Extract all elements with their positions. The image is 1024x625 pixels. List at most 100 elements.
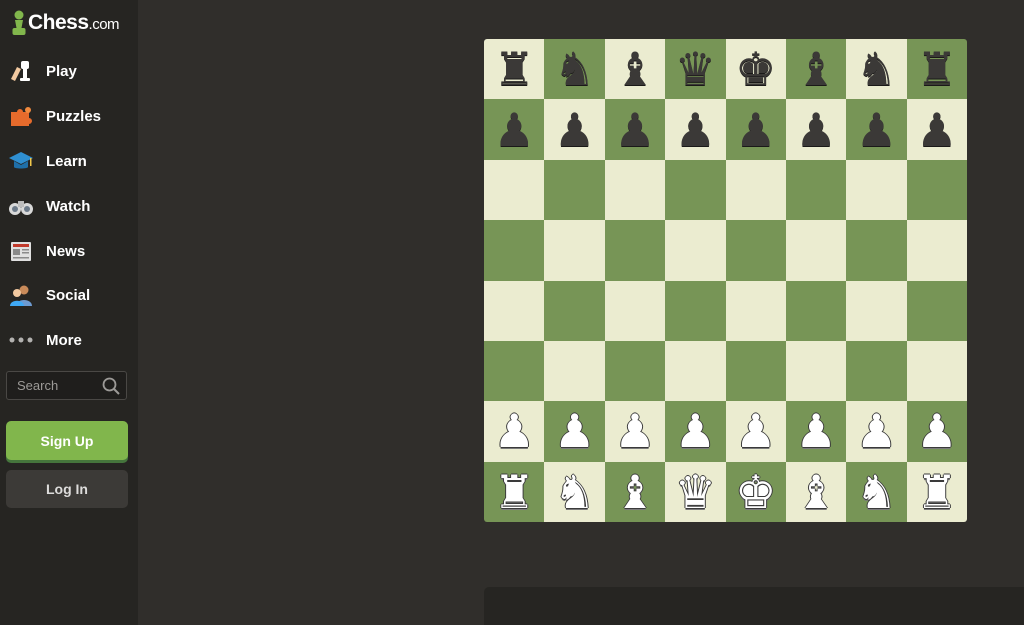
square-c7[interactable]: ♟	[604, 99, 666, 160]
square-d3[interactable]	[665, 340, 726, 402]
square-h5[interactable]	[906, 220, 967, 281]
square-f1[interactable]: ♝	[785, 461, 847, 522]
square-f5[interactable]	[785, 220, 847, 281]
square-c8[interactable]: ♝	[604, 39, 666, 100]
piece-d8[interactable]: ♛	[675, 46, 716, 92]
nav-item-puzzles[interactable]: Puzzles	[6, 98, 132, 134]
square-e4[interactable]	[725, 280, 786, 341]
square-d7[interactable]: ♟	[665, 99, 726, 160]
square-b2[interactable]: ♟	[544, 401, 605, 462]
square-d8[interactable]: ♛	[665, 39, 726, 100]
square-e3[interactable]	[725, 340, 786, 402]
piece-b2[interactable]: ♟	[554, 408, 595, 454]
square-e8[interactable]: ♚	[725, 39, 786, 100]
square-d1[interactable]: ♛	[665, 461, 726, 522]
square-g8[interactable]: ♞	[846, 39, 907, 100]
piece-g7[interactable]: ♟	[856, 107, 897, 153]
piece-b7[interactable]: ♟	[554, 107, 595, 153]
square-b4[interactable]	[544, 280, 605, 341]
search-input[interactable]	[7, 372, 99, 399]
square-b6[interactable]	[544, 159, 605, 221]
square-b7[interactable]: ♟	[544, 99, 605, 160]
square-f4[interactable]	[785, 280, 847, 341]
square-a2[interactable]: ♟	[484, 401, 545, 462]
square-h2[interactable]: ♟	[906, 401, 967, 462]
square-g7[interactable]: ♟	[846, 99, 907, 160]
square-a6[interactable]	[484, 159, 545, 221]
square-h4[interactable]	[906, 280, 967, 341]
piece-c8[interactable]: ♝	[614, 46, 655, 92]
square-h6[interactable]	[906, 159, 967, 221]
square-g2[interactable]: ♟	[846, 401, 907, 462]
log-in-button[interactable]: Log In	[6, 470, 128, 508]
piece-a1[interactable]: ♜	[494, 469, 535, 515]
piece-c2[interactable]: ♟	[614, 408, 655, 454]
piece-g2[interactable]: ♟	[856, 408, 897, 454]
piece-g8[interactable]: ♞	[856, 46, 897, 92]
piece-h8[interactable]: ♜	[916, 46, 957, 92]
square-b8[interactable]: ♞	[544, 39, 605, 100]
nav-item-play[interactable]: Play	[6, 53, 132, 89]
piece-f1[interactable]: ♝	[795, 469, 836, 515]
square-c1[interactable]: ♝	[604, 461, 666, 522]
square-a5[interactable]	[484, 220, 545, 281]
piece-h1[interactable]: ♜	[916, 469, 957, 515]
piece-a2[interactable]: ♟	[494, 408, 535, 454]
piece-e7[interactable]: ♟	[735, 107, 776, 153]
square-h7[interactable]: ♟	[906, 99, 967, 160]
nav-item-news[interactable]: News	[6, 233, 132, 269]
piece-a7[interactable]: ♟	[494, 107, 535, 153]
piece-a8[interactable]: ♜	[494, 46, 535, 92]
piece-e2[interactable]: ♟	[735, 408, 776, 454]
piece-d2[interactable]: ♟	[675, 408, 716, 454]
square-h8[interactable]: ♜	[906, 39, 967, 100]
square-e7[interactable]: ♟	[725, 99, 786, 160]
piece-e8[interactable]: ♚	[735, 46, 776, 92]
piece-d7[interactable]: ♟	[675, 107, 716, 153]
square-h3[interactable]	[906, 340, 967, 402]
square-b1[interactable]: ♞	[544, 461, 605, 522]
square-g3[interactable]	[846, 340, 907, 402]
square-c5[interactable]	[604, 220, 666, 281]
square-e1[interactable]: ♚	[725, 461, 786, 522]
square-a7[interactable]: ♟	[484, 99, 545, 160]
square-a4[interactable]	[484, 280, 545, 341]
piece-h2[interactable]: ♟	[916, 408, 957, 454]
piece-e1[interactable]: ♚	[735, 469, 776, 515]
square-g6[interactable]	[846, 159, 907, 221]
square-c6[interactable]	[604, 159, 666, 221]
piece-b1[interactable]: ♞	[554, 469, 595, 515]
square-d4[interactable]	[665, 280, 726, 341]
square-e2[interactable]: ♟	[725, 401, 786, 462]
square-a8[interactable]: ♜	[484, 39, 545, 100]
piece-c7[interactable]: ♟	[614, 107, 655, 153]
square-g5[interactable]	[846, 220, 907, 281]
nav-item-more[interactable]: More	[6, 322, 132, 358]
square-a1[interactable]: ♜	[484, 461, 545, 522]
square-f2[interactable]: ♟	[785, 401, 847, 462]
piece-b8[interactable]: ♞	[554, 46, 595, 92]
square-g4[interactable]	[846, 280, 907, 341]
piece-f2[interactable]: ♟	[795, 408, 836, 454]
piece-c1[interactable]: ♝	[614, 469, 655, 515]
sign-up-button[interactable]: Sign Up	[6, 421, 128, 460]
chess-com-logo[interactable]: Chess.com	[11, 8, 120, 38]
square-d5[interactable]	[665, 220, 726, 281]
piece-d1[interactable]: ♛	[675, 469, 716, 515]
nav-item-watch[interactable]: Watch	[6, 188, 132, 224]
square-d2[interactable]: ♟	[665, 401, 726, 462]
square-f7[interactable]: ♟	[785, 99, 847, 160]
piece-h7[interactable]: ♟	[916, 107, 957, 153]
search-icon[interactable]	[101, 376, 121, 396]
square-c3[interactable]	[604, 340, 666, 402]
square-f6[interactable]	[785, 159, 847, 221]
square-e6[interactable]	[725, 159, 786, 221]
square-f8[interactable]: ♝	[785, 39, 847, 100]
square-b5[interactable]	[544, 220, 605, 281]
square-d6[interactable]	[665, 159, 726, 221]
nav-item-learn[interactable]: Learn	[6, 143, 132, 179]
square-g1[interactable]: ♞	[846, 461, 907, 522]
chess-board[interactable]: ♜ ♞ ♝ ♛ ♚ ♝ ♞ ♜ ♟ ♟ ♟ ♟ ♟ ♟ ♟ ♟ ♟ ♟ ♟ ♟ ♟ ♟ ♟ ♟ ♜ ♞ ♝ ♛ ♚ ♝ ♞ ♜	[484, 39, 967, 522]
piece-g1[interactable]: ♞	[856, 469, 897, 515]
square-c2[interactable]: ♟	[604, 401, 666, 462]
